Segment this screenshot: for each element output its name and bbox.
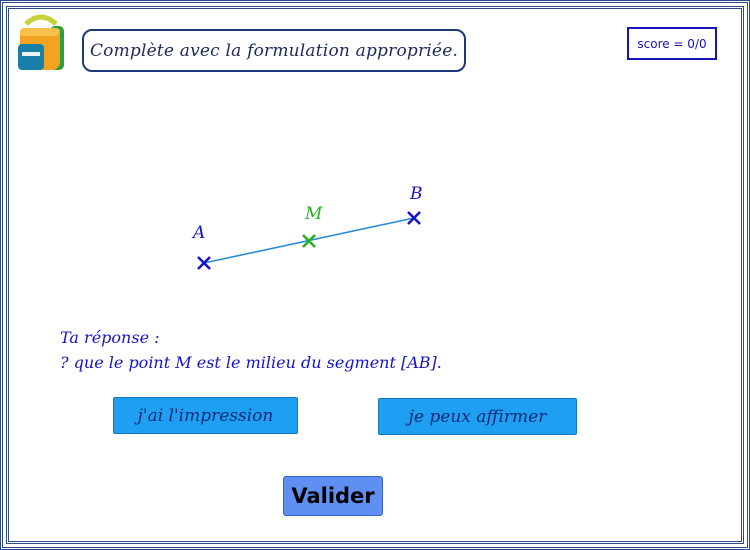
answer-sentence: ? que le point M est le milieu du segmen… — [60, 353, 442, 372]
answer-label: Ta réponse : — [60, 328, 160, 347]
instruction-text: Complète avec la formulation appropriée. — [89, 40, 459, 61]
score-text: score = 0/0 — [637, 36, 707, 51]
inner-frame — [6, 6, 744, 544]
validate-button[interactable]: Valider — [283, 476, 383, 516]
backpack-icon — [18, 14, 64, 70]
choice-affirmer-label: je peux affirmer — [408, 406, 547, 427]
score-box: score = 0/0 — [627, 27, 717, 60]
validate-label: Valider — [291, 484, 375, 508]
choice-impression-label: j'ai l'impression — [137, 405, 274, 426]
choice-affirmer-button[interactable]: je peux affirmer — [378, 398, 577, 435]
instruction-box: Complète avec la formulation appropriée. — [82, 29, 466, 72]
choice-impression-button[interactable]: j'ai l'impression — [113, 397, 298, 434]
